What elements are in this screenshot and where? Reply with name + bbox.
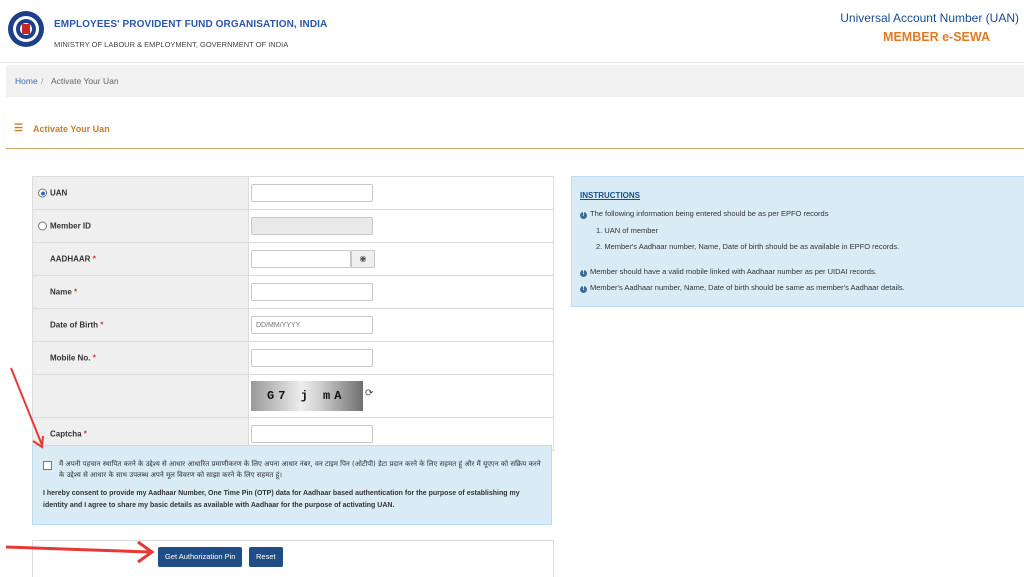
aadhaar-row: AADHAAR * ◉ xyxy=(33,243,553,276)
mobile-row: Mobile No. * xyxy=(33,342,553,375)
member-id-row: Member ID xyxy=(33,210,553,243)
info-icon: ! xyxy=(580,270,587,277)
uan-input[interactable] xyxy=(251,184,373,202)
member-id-radio[interactable] xyxy=(38,221,47,231)
get-authorization-pin-button[interactable]: Get Authorization Pin xyxy=(158,547,243,567)
instruction-line: ! Member should have a valid mobile linke… xyxy=(580,267,877,277)
info-icon: ! xyxy=(580,212,587,219)
activation-form: UAN Member ID AADHAAR * ◉ Name * Date of… xyxy=(32,176,554,451)
refresh-icon[interactable]: ⟳ xyxy=(365,388,373,399)
uan-radio[interactable] xyxy=(38,188,47,198)
dob-input[interactable] xyxy=(251,316,373,334)
breadcrumb-home-link[interactable]: Home xyxy=(15,76,38,86)
captcha-input[interactable] xyxy=(251,425,373,443)
instruction-line: ! Member's Aadhaar number, Name, Date of … xyxy=(580,283,905,293)
annotation-arrow-icon xyxy=(5,540,155,564)
consent-box: मैं अपनी पहचान स्थापित करने के उद्देश्य … xyxy=(32,445,552,525)
portal-name: MEMBER e-SEWA xyxy=(883,30,990,44)
uan-row: UAN xyxy=(33,177,553,210)
hamburger-menu-icon: ☰ xyxy=(14,123,23,134)
ministry-name: MINISTRY OF LABOUR & EMPLOYMENT, GOVERNM… xyxy=(54,40,289,49)
captcha-text: G7 j mA xyxy=(267,389,346,403)
info-icon: ! xyxy=(580,286,587,293)
instruction-item: 1. UAN of member xyxy=(596,226,659,235)
section-header: ☰ Activate Your Uan xyxy=(6,110,1024,149)
aadhaar-label: AADHAAR * xyxy=(50,254,96,264)
member-id-label: Member ID xyxy=(50,221,91,231)
instructions-panel: INSTRUCTIONS ! The following information … xyxy=(571,176,1024,307)
page-title: Activate Your Uan xyxy=(33,124,110,134)
epfo-logo-icon[interactable] xyxy=(7,10,45,48)
captcha-label: Captcha * xyxy=(50,429,87,439)
captcha-image: G7 j mA xyxy=(251,381,363,411)
breadcrumb-current: Activate Your Uan xyxy=(51,76,119,86)
consent-text-hindi: मैं अपनी पहचान स्थापित करने के उद्देश्य … xyxy=(59,460,541,479)
breadcrumb: Home / Activate Your Uan xyxy=(6,65,1024,97)
instruction-item: 2. Member's Aadhaar number, Name, Date o… xyxy=(596,242,900,251)
breadcrumb-separator: / xyxy=(41,76,44,86)
eye-icon[interactable]: ◉ xyxy=(351,250,375,268)
dob-label: Date of Birth * xyxy=(50,320,104,330)
name-input[interactable] xyxy=(251,283,373,301)
dob-row: Date of Birth * xyxy=(33,309,553,342)
consent-checkbox[interactable] xyxy=(43,461,52,470)
org-name: EMPLOYEES' PROVIDENT FUND ORGANISATION, … xyxy=(54,19,328,30)
reset-button[interactable]: Reset xyxy=(249,547,283,567)
name-row: Name * xyxy=(33,276,553,309)
instructions-title: INSTRUCTIONS xyxy=(580,191,640,200)
consent-text-english: I hereby consent to provide my Aadhaar N… xyxy=(43,490,520,509)
name-label: Name * xyxy=(50,287,78,297)
member-id-input[interactable] xyxy=(251,217,373,235)
site-header: EMPLOYEES' PROVIDENT FUND ORGANISATION, … xyxy=(0,0,1024,63)
instruction-line: ! The following information being entered… xyxy=(580,209,828,219)
aadhaar-input[interactable] xyxy=(251,250,351,268)
uan-title: Universal Account Number (UAN) xyxy=(840,11,1019,25)
mobile-label: Mobile No. * xyxy=(50,353,96,363)
uan-label: UAN xyxy=(50,188,68,198)
annotation-arrow-icon xyxy=(10,367,44,449)
captcha-image-row: G7 j mA ⟳ xyxy=(33,375,553,418)
mobile-input[interactable] xyxy=(251,349,373,367)
